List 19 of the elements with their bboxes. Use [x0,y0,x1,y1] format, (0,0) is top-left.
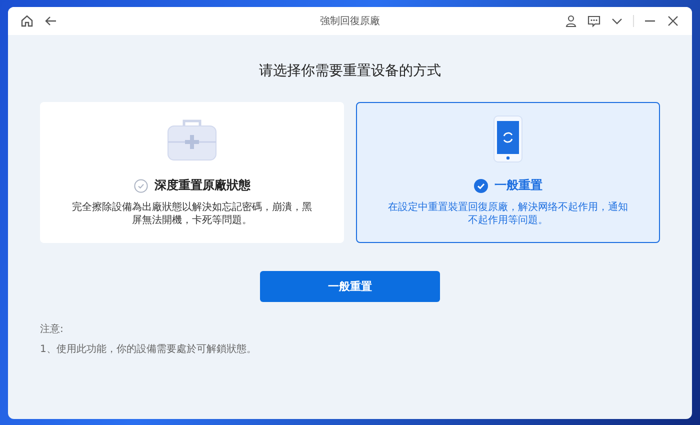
check-circle-icon [474,178,488,192]
option-card[interactable]: 深度重置原廠狀態 完全擦除設備為出廠狀態以解決如忘記密碼，崩潰，黑屏無法開機，卡死等問題。 [40,102,344,243]
chat-icon[interactable] [587,14,601,28]
user-icon[interactable] [564,14,578,28]
option-description: 完全擦除設備為出廠狀態以解決如忘記密碼，崩潰，黑屏無法開機，卡死等問題。 [71,201,313,227]
note-text: 1、使用此功能，你的設備需要處於可解鎖狀態。 [40,342,256,356]
reset-button[interactable]: 一般重置 [260,271,440,302]
notes-title: 注意: [40,322,64,336]
home-icon[interactable] [20,14,34,28]
back-arrow-icon[interactable] [44,14,58,28]
option-title: 一般重置 [494,177,542,194]
option-description: 在設定中重置裝置回復原廠，解決网络不起作用，通知不起作用等问題。 [387,201,629,227]
check-circle-icon [134,178,148,192]
phone-icon [493,115,523,163]
window-title: 強制回復原廠 [320,14,380,28]
close-icon[interactable] [666,14,680,28]
option-card[interactable]: 一般重置 在設定中重置裝置回復原廠，解決网络不起作用，通知不起作用等问題。 [356,102,660,243]
page-heading: 请选择你需要重置设备的方式 [259,62,441,80]
option-title: 深度重置原廠狀態 [154,177,250,194]
